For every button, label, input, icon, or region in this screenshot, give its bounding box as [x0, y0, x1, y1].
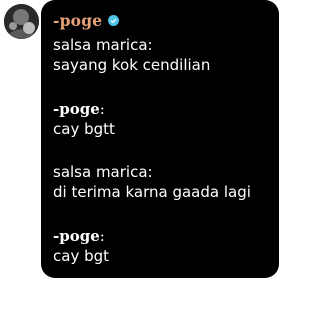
- message-line: cay bgt: [53, 247, 110, 265]
- quoted-author: -poge:: [53, 100, 105, 118]
- quoted-author-colon: :: [99, 227, 105, 245]
- quoted-author-colon: :: [99, 100, 105, 118]
- sender-row: -poge: [53, 9, 120, 31]
- quoted-author-name: -poge: [53, 227, 100, 245]
- verified-badge-icon: [108, 14, 120, 26]
- quoted-author-name: -poge: [53, 100, 100, 118]
- message-line: salsa marica:: [53, 163, 153, 181]
- message-line: cay bgtt: [53, 120, 115, 138]
- message-line: di terima karna gaada lagi: [53, 183, 251, 201]
- message-line: sayang kok cendilian: [53, 56, 211, 74]
- chat-screen: -poge salsa marica: sayang kok cendilian…: [0, 0, 279, 320]
- message-bubble[interactable]: -poge salsa marica: sayang kok cendilian…: [41, 0, 279, 278]
- sender-name[interactable]: -poge: [53, 11, 102, 30]
- quoted-author: -poge:: [53, 227, 105, 245]
- avatar-image: [4, 4, 39, 39]
- message-line: salsa marica:: [53, 36, 153, 54]
- avatar[interactable]: [4, 4, 39, 39]
